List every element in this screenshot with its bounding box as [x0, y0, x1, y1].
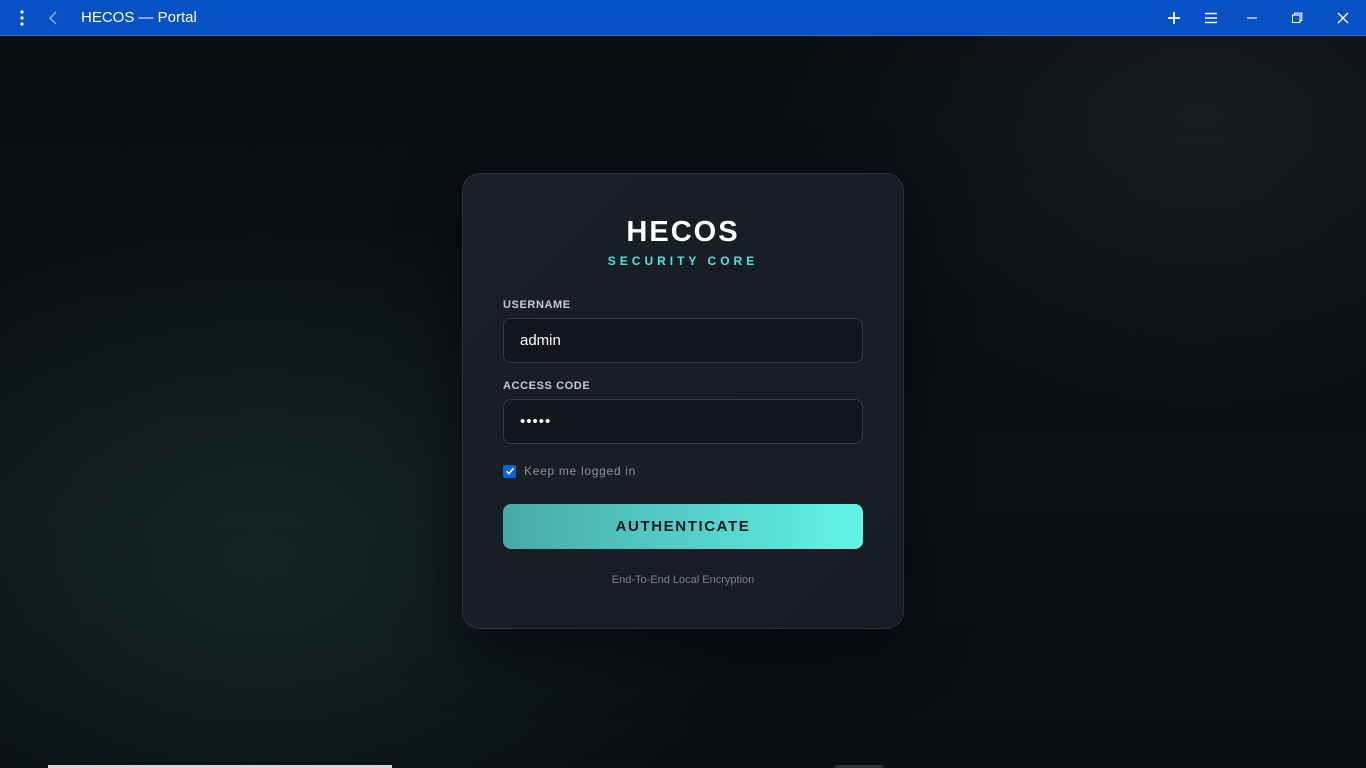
window-controls	[1156, 0, 1366, 36]
username-input[interactable]	[503, 318, 863, 363]
access-code-label: ACCESS CODE	[503, 380, 591, 392]
restore-icon[interactable]	[1274, 0, 1320, 36]
kebab-menu-icon[interactable]	[0, 0, 44, 36]
access-code-input[interactable]	[503, 399, 863, 444]
plus-icon[interactable]	[1156, 0, 1192, 36]
brand-tagline: SECURITY CORE	[607, 254, 759, 268]
minimize-icon[interactable]	[1230, 0, 1274, 36]
remember-me[interactable]: Keep me logged in	[503, 464, 636, 478]
brand-title: HECOS	[626, 216, 740, 248]
chevron-left-icon[interactable]	[40, 0, 66, 36]
username-label: USERNAME	[503, 299, 571, 311]
authenticate-button[interactable]: AUTHENTICATE	[503, 504, 863, 549]
encryption-note: End-To-End Local Encryption	[611, 574, 755, 586]
checkmark-icon	[505, 467, 514, 475]
title-bar: HECOS — Portal	[0, 0, 1366, 36]
close-icon[interactable]	[1320, 0, 1366, 36]
window-title: HECOS — Portal	[81, 9, 197, 26]
login-card: HECOS SECURITY CORE USERNAME ACCESS CODE…	[462, 173, 904, 629]
hamburger-icon[interactable]	[1192, 0, 1230, 36]
remember-label: Keep me logged in	[524, 464, 636, 478]
app-background: HECOS SECURITY CORE USERNAME ACCESS CODE…	[0, 36, 1366, 768]
remember-checkbox[interactable]	[503, 464, 516, 478]
